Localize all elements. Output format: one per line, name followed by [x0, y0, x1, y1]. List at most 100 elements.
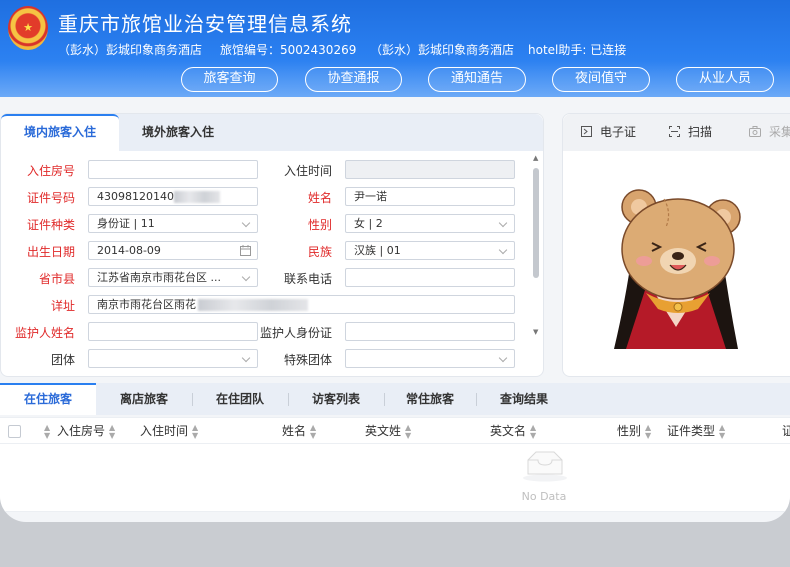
tab-foreign-checkin[interactable]: 境外旅客入住	[119, 114, 237, 151]
special-group-select[interactable]	[345, 349, 515, 368]
guest-table-header: ▲ ▼ 入住房号 ▲ ▼ 入住时间 ▲ ▼ 姓名 ▲ ▼ 英文姓 ▲ ▼ 英文名 ▲ ▼ 性别 ▲ ▼ 证…	[0, 417, 790, 444]
nav-staff-button[interactable]: 从业人员	[676, 67, 774, 92]
scroll-up-icon[interactable]: ▲	[533, 154, 538, 162]
gender-select[interactable]: 女 | 2	[345, 214, 515, 233]
photo-panel: 电子证 扫描 采集	[562, 113, 790, 377]
name-input[interactable]: 尹一诺	[345, 187, 515, 206]
sort-icon: ▲ ▼	[192, 422, 199, 440]
birth-date-input[interactable]: 2014-08-09	[88, 241, 258, 260]
col-checkin-time[interactable]: 入住时间 ▲ ▼	[140, 418, 198, 445]
camera-icon	[749, 126, 761, 137]
empty-inbox-icon	[523, 451, 567, 482]
chevron-down-icon	[498, 353, 508, 363]
select-all-checkbox[interactable]	[8, 425, 21, 438]
group-label: 团体	[50, 353, 75, 367]
col-id-type[interactable]: 证件类型 ▲ ▼	[667, 418, 725, 445]
col-room-no[interactable]: 入住房号 ▲ ▼	[57, 418, 115, 445]
tab-current-teams[interactable]: 在住团队	[192, 383, 288, 415]
tab-electronic-id[interactable]: 电子证	[581, 114, 636, 151]
room-no-input[interactable]	[88, 160, 258, 179]
col-gender-label: 性别	[617, 424, 642, 438]
col-english-surname-label: 英文姓	[365, 424, 402, 438]
sort-icon: ▲ ▼	[719, 422, 726, 440]
id-no-input[interactable]: 43098120140	[88, 187, 258, 206]
tab-query-results[interactable]: 查询结果	[476, 383, 572, 415]
guest-table-body: No Data	[0, 444, 790, 512]
sort-icon: ▲ ▼	[645, 422, 652, 440]
nav-assist-notice-button[interactable]: 协查通报	[305, 67, 402, 92]
gender-label: 性别	[307, 218, 332, 232]
scroll-down-icon[interactable]: ▼	[533, 328, 538, 336]
col-sort-icon[interactable]: ▲ ▼	[40, 418, 50, 445]
tab-scan[interactable]: 扫描	[669, 114, 712, 151]
address-label: 详址	[50, 299, 75, 313]
name-label: 姓名	[307, 191, 332, 205]
guardian-id-input[interactable]	[345, 322, 515, 341]
id-no-value: 43098120140	[97, 190, 174, 203]
col-name[interactable]: 姓名 ▲ ▼	[282, 418, 316, 445]
redacted-blur	[173, 191, 220, 203]
checkin-time-label: 入住时间	[283, 164, 332, 178]
scan-icon	[669, 126, 680, 137]
tab-scan-label: 扫描	[688, 125, 713, 139]
chevron-down-icon	[241, 272, 251, 282]
birth-label: 出生日期	[26, 245, 75, 259]
checkin-time-input	[345, 160, 515, 179]
app-window: ★ 重庆市旅馆业治安管理信息系统 （彭水）彭城印象商务酒店 旅馆编号：50024…	[0, 0, 790, 522]
police-emblem-icon: ★	[8, 6, 48, 50]
sort-icon: ▲ ▼	[310, 422, 317, 440]
chevron-down-icon	[241, 218, 251, 228]
guardian-id-label: 监护人身份证	[259, 326, 332, 340]
region-label: 省市县	[38, 272, 75, 286]
ethnicity-value: 汉族 | 01	[354, 244, 401, 257]
address-input[interactable]: 南京市雨花台区雨花	[88, 295, 515, 314]
group-select[interactable]	[88, 349, 258, 368]
col-english-given-name-label: 英文名	[490, 424, 527, 438]
sort-icon: ▲ ▼	[405, 422, 412, 440]
address-value: 南京市雨花台区雨花	[97, 298, 196, 311]
sort-icon: ▲ ▼	[530, 422, 537, 440]
tab-visitor-list[interactable]: 访客列表	[288, 383, 384, 415]
col-id-type-label: 证件类型	[667, 424, 716, 438]
tab-resident-guests[interactable]: 常住旅客	[384, 383, 476, 415]
region-select[interactable]: 江苏省南京市雨花台区 ...	[88, 268, 258, 287]
region-value: 江苏省南京市雨花台区 ...	[97, 271, 221, 284]
chevron-down-icon	[498, 245, 508, 255]
col-english-surname[interactable]: 英文姓 ▲ ▼	[365, 418, 411, 445]
hotel-number: 旅馆编号：5002430269	[220, 43, 357, 57]
tab-current-guests[interactable]: 在住旅客	[0, 383, 96, 415]
hotel-location-2: （彭水）彭城印象商务酒店	[370, 43, 515, 57]
nav-guest-query-button[interactable]: 旅客查询	[181, 67, 278, 92]
special-group-label: 特殊团体	[283, 353, 332, 367]
col-id-more[interactable]: 证	[782, 418, 790, 445]
tab-domestic-checkin[interactable]: 境内旅客入住	[1, 114, 119, 151]
guest-list-tabs: 在住旅客 离店旅客 在住团队 访客列表 常住旅客 查询结果	[0, 383, 790, 415]
id-type-value: 身份证 | 11	[97, 217, 155, 230]
photo-tabs: 电子证 扫描 采集	[563, 114, 790, 151]
chevron-down-icon	[241, 353, 251, 363]
id-card-icon	[581, 126, 592, 137]
tab-departed-guests[interactable]: 离店旅客	[96, 383, 192, 415]
tab-capture[interactable]: 采集	[749, 114, 790, 151]
birth-value: 2014-08-09	[97, 244, 161, 257]
ethnicity-select[interactable]: 汉族 | 01	[345, 241, 515, 260]
room-no-label: 入住房号	[26, 164, 75, 178]
col-english-given-name[interactable]: 英文名 ▲ ▼	[490, 418, 536, 445]
checkin-form-panel: 境内旅客入住 境外旅客入住 入住房号 入住时间 证件号码 43098120140…	[0, 113, 544, 377]
chevron-down-icon	[498, 218, 508, 228]
scrollbar-thumb[interactable]	[533, 168, 539, 278]
guest-photo	[606, 177, 746, 349]
col-checkin-time-label: 入住时间	[140, 424, 189, 438]
app-header: ★ 重庆市旅馆业治安管理信息系统 （彭水）彭城印象商务酒店 旅馆编号：50024…	[0, 0, 790, 97]
empty-text: No Data	[521, 490, 567, 503]
redacted-blur	[198, 299, 308, 311]
nav-notification-button[interactable]: 通知通告	[428, 67, 526, 92]
hotel-location: （彭水）彭城印象商务酒店	[58, 43, 203, 57]
calendar-icon	[240, 245, 251, 256]
nav-night-duty-button[interactable]: 夜间值守	[552, 67, 650, 92]
col-gender[interactable]: 性别 ▲ ▼	[617, 418, 651, 445]
guardian-name-input[interactable]	[88, 322, 258, 341]
tab-electronic-id-label: 电子证	[600, 125, 637, 139]
id-type-select[interactable]: 身份证 | 11	[88, 214, 258, 233]
phone-input[interactable]	[345, 268, 515, 287]
